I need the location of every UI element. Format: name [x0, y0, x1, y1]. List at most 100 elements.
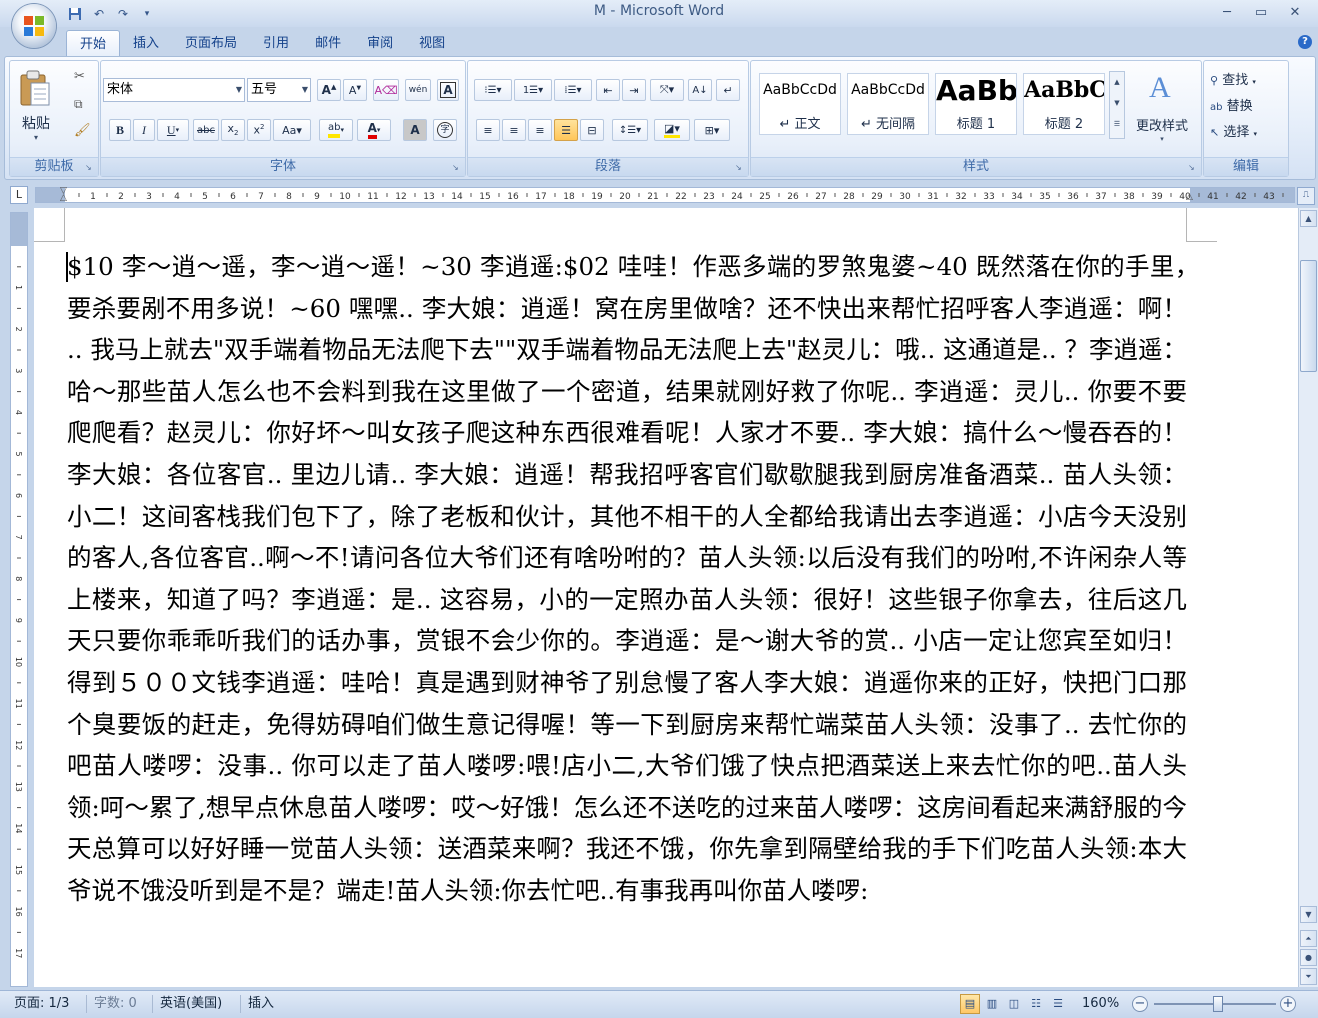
full-screen-reading-view-icon[interactable]: ▥: [982, 994, 1002, 1014]
office-button[interactable]: [12, 4, 56, 48]
tab-references[interactable]: 引用: [250, 30, 302, 56]
draft-view-icon[interactable]: ☰: [1048, 994, 1068, 1014]
outline-view-icon[interactable]: ☷: [1026, 994, 1046, 1014]
insert-mode-indicator[interactable]: 插入: [248, 991, 274, 1018]
tab-selector-button[interactable]: L: [10, 186, 28, 204]
replace-button[interactable]: ab 替换: [1210, 95, 1284, 115]
indent-marker-icon[interactable]: ▽ △: [60, 187, 67, 203]
right-indent-marker-icon[interactable]: △: [1186, 193, 1193, 202]
document-body-text[interactable]: $10 李～逍～遥，李～逍～遥！~30 李逍遥:$02 哇哇！作恶多端的罗煞鬼婆…: [67, 246, 1219, 912]
font-name-combo[interactable]: 宋体 ▼: [103, 78, 245, 102]
close-button[interactable]: ✕: [1278, 2, 1312, 22]
zoom-level[interactable]: 160%: [1082, 991, 1119, 1018]
distributed-icon: ⊟: [587, 123, 597, 137]
select-browse-object-icon[interactable]: ●: [1300, 949, 1317, 966]
font-size-combo[interactable]: 五号 ▼: [247, 78, 311, 102]
borders-button[interactable]: ⊞▾: [694, 119, 730, 141]
previous-page-icon[interactable]: ⏶: [1300, 930, 1317, 947]
document-page[interactable]: $10 李～逍～遥，李～逍～遥！~30 李逍遥:$02 哇哇！作恶多端的罗煞鬼婆…: [34, 208, 1298, 987]
shrink-font-button[interactable]: A▼: [343, 79, 367, 101]
paragraph-group: ⁝☰▾ 1☰▾ ⁞☰▾ ⇤ ⇥ ⤧▾ A↓ ↵ ≡ ≡ ≡ ☰ ⊟ ↕☰▾ ◪▾…: [467, 60, 749, 177]
bullets-button[interactable]: ⁝☰▾: [474, 79, 512, 101]
multilevel-list-button[interactable]: ⁞☰▾: [554, 79, 592, 101]
format-painter-icon[interactable]: 🖌: [74, 123, 91, 138]
scroll-up-icon[interactable]: ▲: [1300, 210, 1317, 227]
style-heading-2[interactable]: AaBbC 标题 2: [1023, 73, 1105, 135]
phonetic-guide-button[interactable]: wén: [405, 79, 431, 101]
underline-button[interactable]: U ▾: [157, 119, 189, 141]
maximize-button[interactable]: ▭: [1244, 2, 1278, 22]
shading-button[interactable]: ◪▾: [654, 119, 690, 141]
tab-review[interactable]: 审阅: [354, 30, 406, 56]
next-page-icon[interactable]: ⏷: [1300, 968, 1317, 985]
bold-button[interactable]: B: [109, 119, 131, 141]
styles-gallery-scroll[interactable]: ▲ ▼ ☰: [1109, 71, 1125, 139]
distributed-button[interactable]: ⊟: [580, 119, 604, 141]
tab-page-layout[interactable]: 页面布局: [172, 30, 250, 56]
style-no-spacing[interactable]: AaBbCcDd ↵ 无间隔: [847, 73, 929, 135]
tab-mailings[interactable]: 邮件: [302, 30, 354, 56]
paragraph-launcher-icon[interactable]: ↘: [735, 163, 745, 173]
style-heading-1[interactable]: AaBb 标题 1: [935, 73, 1017, 135]
chevron-up-icon[interactable]: ▲: [1110, 72, 1124, 93]
more-icon[interactable]: ☰: [1110, 114, 1124, 135]
sort-button[interactable]: A↓: [688, 79, 712, 101]
decrease-indent-button[interactable]: ⇤: [596, 79, 620, 101]
word-count[interactable]: 字数: 0: [94, 991, 137, 1018]
italic-button[interactable]: I: [133, 119, 155, 141]
align-right-button[interactable]: ≡: [528, 119, 552, 141]
align-center-button[interactable]: ≡: [502, 119, 526, 141]
scroll-thumb[interactable]: [1300, 260, 1317, 372]
align-left-button[interactable]: ≡: [476, 119, 500, 141]
line-spacing-button[interactable]: ↕☰▾: [612, 119, 648, 141]
strikethrough-button[interactable]: abc: [193, 119, 219, 141]
ruler-number: 32: [955, 192, 966, 202]
cut-icon[interactable]: ✂: [74, 69, 85, 84]
font-launcher-icon[interactable]: ↘: [452, 163, 462, 173]
help-icon[interactable]: ?: [1298, 35, 1312, 49]
vertical-scrollbar[interactable]: ▲ ▼ ⏶ ● ⏷: [1298, 208, 1318, 987]
tab-view[interactable]: 视图: [406, 30, 458, 56]
office-logo-icon: [24, 16, 44, 36]
change-case-button[interactable]: Aa▾: [273, 119, 311, 141]
zoom-out-icon[interactable]: −: [1132, 996, 1148, 1012]
horizontal-ruler[interactable]: 1 2 3 4 5 6 7 8 9 10 11 12 13 14 15 16 17 18 19 20 21 22 23 24 2…: [35, 187, 1295, 203]
increase-indent-button[interactable]: ⇥: [622, 79, 646, 101]
phonetic-guide-label: wén: [408, 85, 428, 95]
show-marks-button[interactable]: ↵: [716, 79, 740, 101]
vertical-ruler[interactable]: 1 2 3 4 5 6 7 8 9 10 11 12 13 14 15 16 17: [10, 212, 28, 987]
scroll-down-icon[interactable]: ▼: [1300, 906, 1317, 923]
styles-launcher-icon[interactable]: ↘: [1188, 163, 1198, 173]
character-border-button[interactable]: A: [437, 79, 459, 101]
find-button[interactable]: ⚲ 查找 ▾: [1210, 69, 1284, 89]
minimize-button[interactable]: ─: [1210, 2, 1244, 22]
language-indicator[interactable]: 英语(美国): [160, 991, 222, 1018]
select-button[interactable]: ↖ 选择 ▾: [1210, 121, 1284, 141]
grow-font-button[interactable]: A▲: [317, 79, 341, 101]
justify-button[interactable]: ☰: [554, 119, 578, 141]
page-count[interactable]: 页面: 1/3: [14, 991, 69, 1018]
print-layout-view-icon[interactable]: ▤: [960, 994, 980, 1014]
enclose-characters-button[interactable]: 字: [433, 119, 457, 141]
tab-home[interactable]: 开始: [66, 30, 121, 57]
character-shading-button[interactable]: A: [403, 119, 427, 141]
text-highlight-button[interactable]: ab ▾: [319, 119, 353, 141]
zoom-in-icon[interactable]: +: [1280, 996, 1296, 1012]
clear-format-button[interactable]: A⌫: [373, 79, 399, 101]
paste-button[interactable]: 粘贴 ▾: [16, 67, 56, 147]
web-layout-view-icon[interactable]: ◫: [1004, 994, 1024, 1014]
change-styles-button[interactable]: A 更改样式 ▾: [1129, 69, 1195, 149]
tab-insert[interactable]: 插入: [120, 30, 172, 56]
chinese-layout-button[interactable]: ⤧▾: [650, 79, 684, 101]
view-ruler-icon[interactable]: ⎍: [1297, 187, 1315, 205]
numbering-button[interactable]: 1☰▾: [514, 79, 552, 101]
clipboard-launcher-icon[interactable]: ↘: [85, 163, 95, 173]
font-color-button[interactable]: A ▾: [357, 119, 391, 141]
style-normal[interactable]: AaBbCcDd ↵ 正文: [759, 73, 841, 135]
chevron-down-icon[interactable]: ▼: [1110, 93, 1124, 114]
superscript-button[interactable]: x2: [247, 119, 271, 141]
zoom-slider-thumb[interactable]: [1213, 996, 1223, 1012]
subscript-button[interactable]: x2: [221, 119, 245, 141]
copy-icon[interactable]: ⧉: [74, 97, 83, 112]
ruler-number: 37: [1095, 192, 1106, 202]
